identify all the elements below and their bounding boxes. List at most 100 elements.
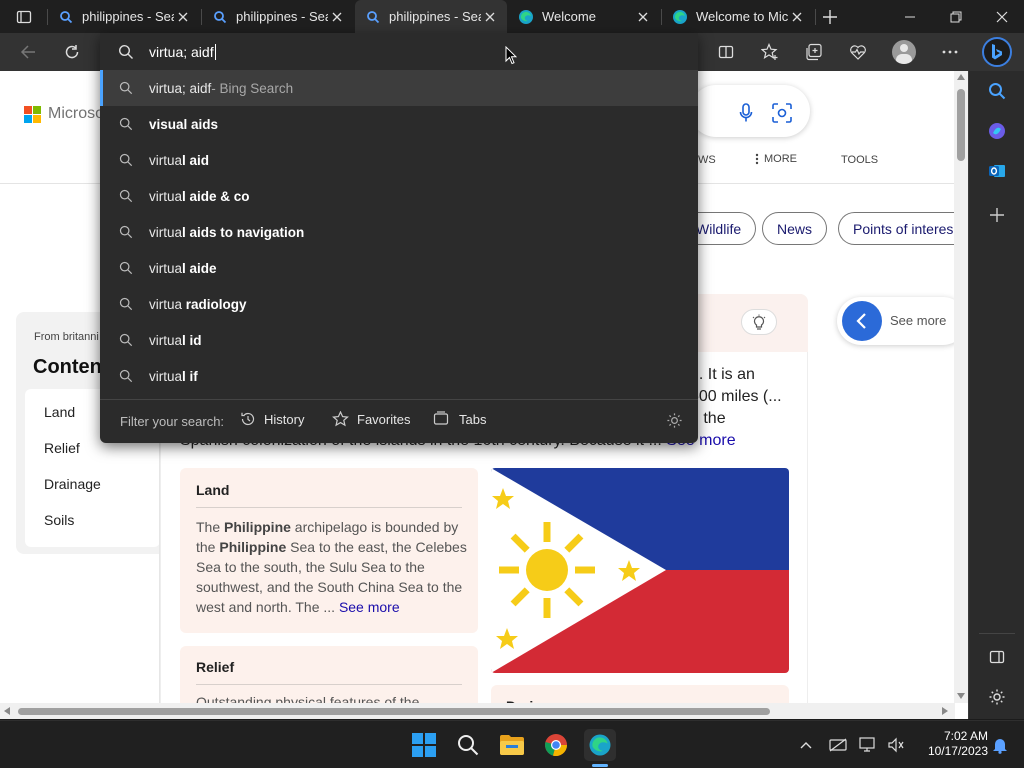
address-bar[interactable]: virtua; aidf	[100, 33, 698, 70]
address-input[interactable]: virtua; aidf	[149, 44, 214, 60]
sidebar-hide-button[interactable]	[983, 643, 1011, 671]
text-caret	[214, 43, 216, 60]
edge-taskbar-button[interactable]	[584, 729, 616, 761]
close-tab-icon[interactable]	[174, 8, 192, 26]
suggestion-bold-text: visual aids	[149, 116, 219, 132]
suggestion-item-bing-search[interactable]: virtua; aidf - Bing Search	[100, 70, 698, 106]
volume-button[interactable]	[880, 729, 912, 761]
land-text: The Philippine archipelago is bounded by…	[196, 517, 468, 617]
search-icon	[118, 44, 134, 60]
sidebar-search-button[interactable]	[983, 77, 1011, 105]
vertical-scrollbar[interactable]	[954, 71, 968, 703]
lightbulb-button[interactable]	[741, 309, 777, 335]
suggestion-text: virtua	[149, 188, 183, 204]
bing-copilot-button[interactable]	[978, 33, 1016, 71]
nav-more[interactable]: MORE	[755, 153, 797, 165]
contents-item-drainage[interactable]: Drainage	[44, 476, 101, 492]
favorites-button[interactable]	[752, 33, 788, 71]
back-button[interactable]	[10, 33, 46, 71]
search-icon	[118, 225, 134, 239]
sidebar-copilot-button[interactable]	[983, 117, 1011, 145]
suggestion-item[interactable]: virtua l id	[100, 322, 698, 358]
browser-essentials-button[interactable]	[840, 33, 876, 71]
scroll-right-icon	[942, 707, 948, 715]
network-button[interactable]	[822, 729, 854, 761]
close-tab-icon[interactable]	[328, 8, 346, 26]
tab-welcome-to-microsoft[interactable]: Welcome to Mic	[662, 0, 814, 33]
suggestion-settings-button[interactable]	[666, 412, 683, 429]
new-tab-button[interactable]	[812, 0, 848, 33]
clock-time: 7:02 AM	[943, 729, 988, 743]
sidebar-add-button[interactable]	[983, 201, 1011, 229]
file-explorer-button[interactable]	[496, 729, 528, 761]
suggestion-bold-text: l aid	[182, 152, 210, 168]
nav-news[interactable]: WS	[698, 154, 716, 166]
close-tab-icon[interactable]	[788, 8, 806, 26]
chrome-icon	[545, 734, 567, 757]
star-icon	[332, 411, 349, 427]
sidebar-outlook-button[interactable]	[983, 157, 1011, 185]
collections-button[interactable]	[796, 33, 832, 71]
show-hidden-icons-button[interactable]	[790, 729, 822, 761]
microphone-icon[interactable]	[738, 103, 754, 128]
profile-button[interactable]	[886, 33, 922, 71]
tab-philippines-2[interactable]: philippines - Sea	[202, 0, 354, 33]
suggestion-item[interactable]: virtua l aide	[100, 250, 698, 286]
notifications-button[interactable]	[984, 729, 1016, 761]
minimize-button[interactable]	[890, 0, 930, 33]
vertical-scroll-thumb[interactable]	[957, 89, 965, 161]
suggestion-bold-text: l aide	[182, 260, 217, 276]
philippine-flag-image[interactable]	[491, 468, 789, 673]
refresh-button[interactable]	[54, 33, 90, 71]
sidebar-settings-button[interactable]	[983, 683, 1011, 711]
suggestion-item[interactable]: virtua l aide & co	[100, 178, 698, 214]
microsoft-logo[interactable]: Microso	[24, 105, 104, 123]
contents-item-relief[interactable]: Relief	[44, 440, 80, 456]
suggestion-text: virtua	[149, 224, 183, 240]
suggestion-item[interactable]: virtua l if	[100, 358, 698, 394]
filter-history-label: History	[264, 411, 305, 427]
search-icon	[118, 261, 134, 275]
tab-philippines-1[interactable]: philippines - Sea	[48, 0, 200, 33]
close-window-button[interactable]	[982, 0, 1022, 33]
suggestion-item[interactable]: virtua l aids to navigation	[100, 214, 698, 250]
split-screen-button[interactable]	[708, 33, 744, 71]
plus-icon	[823, 9, 837, 24]
start-button[interactable]	[408, 729, 440, 761]
tab-actions-button[interactable]	[6, 0, 42, 33]
tab-welcome[interactable]: Welcome	[508, 0, 660, 33]
contents-item-soils[interactable]: Soils	[44, 512, 74, 528]
nav-tools[interactable]: TOOLS	[841, 154, 878, 166]
taskbar-search-button[interactable]	[452, 729, 484, 761]
suggestion-item[interactable]: virtua radiology	[100, 286, 698, 322]
gear-icon	[667, 413, 682, 428]
land-title: Land	[196, 482, 230, 498]
microsoft-logo-text: Microso	[48, 105, 105, 122]
filter-favorites-button[interactable]: Favorites	[332, 411, 410, 427]
tab-philippines-3[interactable]: philippines - Sea	[355, 0, 507, 33]
restore-button[interactable]	[936, 0, 976, 33]
sidebar-divider	[979, 633, 1015, 634]
close-tab-icon[interactable]	[481, 8, 499, 26]
mouse-cursor	[505, 45, 518, 70]
land-see-more-link[interactable]: See more	[339, 599, 400, 615]
filter-history-button[interactable]: History	[240, 411, 304, 427]
horizontal-scroll-thumb[interactable]	[18, 708, 770, 715]
carousel-prev-button[interactable]	[842, 301, 882, 341]
suggestion-item[interactable]: virtua l aid	[100, 142, 698, 178]
clock[interactable]: 7:02 AM 10/17/2023	[912, 729, 988, 759]
folder-icon	[500, 735, 524, 755]
see-more-label[interactable]: See more	[890, 313, 946, 328]
suggestion-item[interactable]: visual aids	[100, 106, 698, 142]
settings-menu-button[interactable]	[932, 33, 968, 71]
visual-search-icon[interactable]	[772, 103, 792, 128]
pill-points-of-interest[interactable]: Points of interes	[838, 212, 956, 245]
contents-item-land[interactable]: Land	[44, 404, 75, 420]
pill-news[interactable]: News	[762, 212, 828, 245]
filter-tabs-button[interactable]: Tabs	[433, 411, 486, 427]
close-tab-icon[interactable]	[634, 8, 652, 26]
chrome-button[interactable]	[540, 729, 572, 761]
suggestion-text: virtua; aidf	[149, 80, 212, 96]
horizontal-scrollbar[interactable]	[0, 703, 955, 719]
search-icon	[118, 297, 134, 311]
